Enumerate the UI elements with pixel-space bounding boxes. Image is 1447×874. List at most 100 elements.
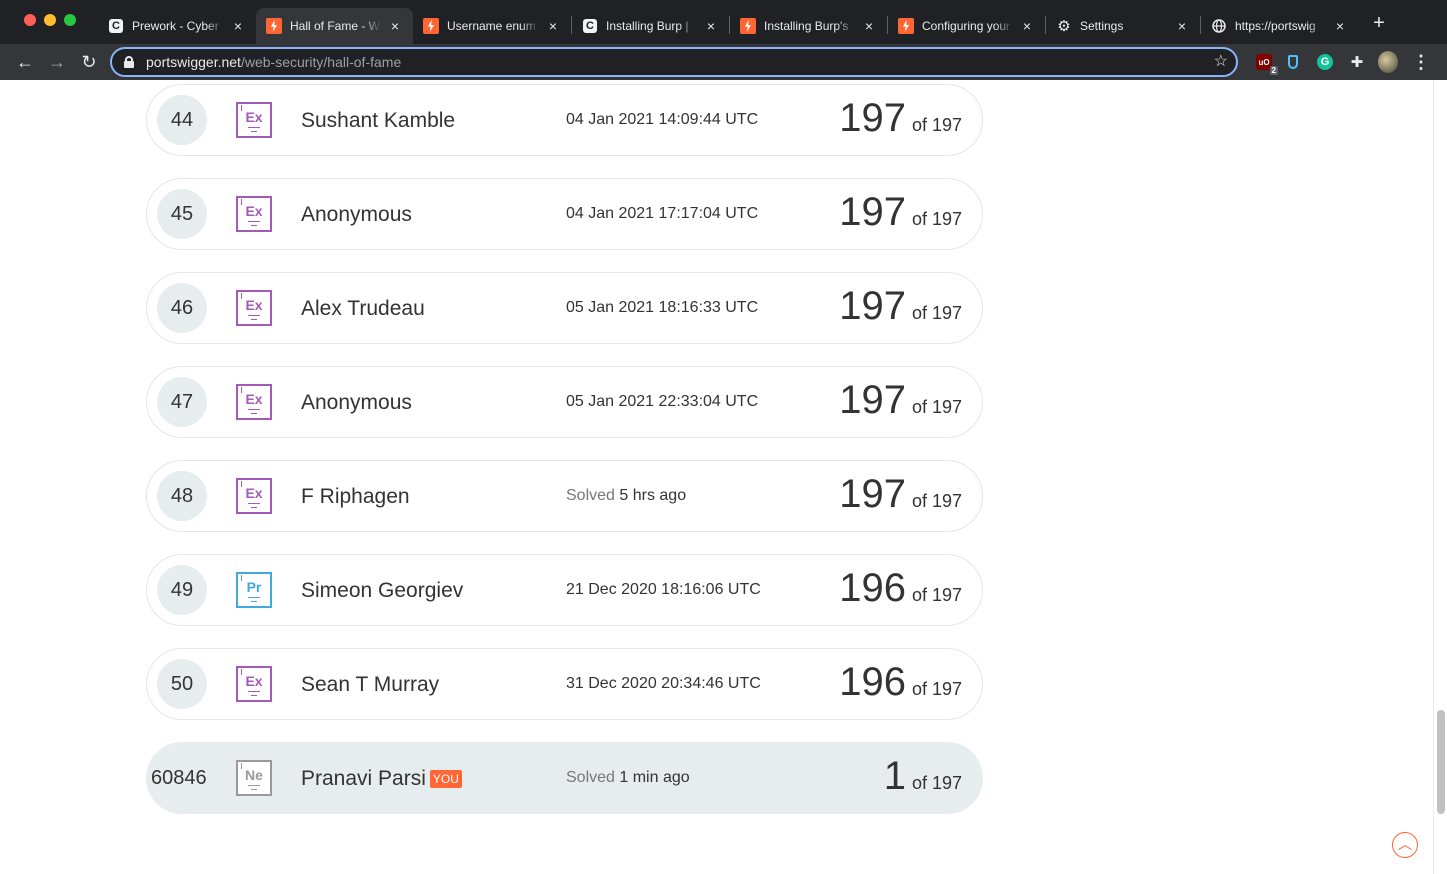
rank-number: 45: [157, 189, 207, 239]
ublock-badge: 2: [1269, 66, 1278, 75]
expert-level-icon: Ex: [236, 666, 272, 702]
expert-level-icon: Ex: [236, 478, 272, 514]
tab-title: Prework - Cyber: [132, 19, 219, 33]
rank-number: 44: [157, 95, 207, 145]
tab-portswigger-url[interactable]: https://portswig ×: [1201, 8, 1358, 44]
reload-icon[interactable]: ↻: [77, 50, 101, 74]
score: 197 of 197: [839, 378, 962, 422]
leaderboard-row: 50 Ex Sean T Murray 31 Dec 2020 20:34:46…: [146, 648, 983, 720]
grammarly-extension-icon[interactable]: G: [1315, 52, 1335, 72]
browser-menu-icon[interactable]: ⋮: [1411, 52, 1431, 72]
extensions-puzzle-icon[interactable]: ✚: [1347, 52, 1367, 72]
close-tab-icon[interactable]: ×: [703, 18, 719, 34]
rank-number: 47: [157, 377, 207, 427]
close-tab-icon[interactable]: ×: [387, 18, 403, 34]
tab-installing-burps[interactable]: Installing Burp's ×: [730, 8, 887, 44]
leaderboard-row: 49 Pr Simeon Georgiev 21 Dec 2020 18:16:…: [146, 554, 983, 626]
score: 1 of 197: [883, 754, 962, 798]
gear-icon: ⚙: [1057, 18, 1071, 35]
user-name: Sean T Murray: [301, 673, 440, 696]
forward-arrow-icon[interactable]: →: [45, 50, 69, 74]
tab-title: Hall of Fame - W: [290, 19, 381, 33]
score: 197 of 197: [839, 96, 962, 140]
browser-toolbar: ← → ↻ portswigger.net/web-security/hall-…: [0, 44, 1447, 80]
back-arrow-icon[interactable]: ←: [13, 50, 37, 74]
page-viewport: 44 Ex Sushant Kamble 04 Jan 2021 14:09:4…: [0, 80, 1447, 874]
you-badge: YOU: [429, 770, 462, 788]
portswigger-icon: [740, 18, 756, 34]
user-name: Pranavi Parsi YOU: [301, 767, 462, 791]
blue-extension-icon[interactable]: [1283, 52, 1303, 72]
score: 196 of 197: [839, 566, 962, 610]
back-to-top-icon[interactable]: ︿: [1392, 832, 1418, 858]
codepath-icon: C: [582, 18, 598, 34]
page-scrollbar[interactable]: [1433, 80, 1447, 874]
close-tab-icon[interactable]: ×: [230, 18, 246, 34]
completion-date: Solved 5 hrs ago: [566, 487, 687, 504]
tab-settings[interactable]: ⚙ Settings ×: [1046, 8, 1200, 44]
tab-title: Username enum: [447, 19, 536, 33]
bookmark-star-icon[interactable]: ☆: [1214, 51, 1228, 71]
portswigger-icon: [266, 18, 282, 34]
completion-date: 31 Dec 2020 20:34:46 UTC: [566, 675, 761, 692]
tab-title: Settings: [1080, 19, 1124, 33]
profile-avatar[interactable]: [1378, 51, 1398, 73]
expert-level-icon: Ex: [236, 290, 272, 326]
close-tab-icon[interactable]: ×: [1332, 18, 1348, 34]
leaderboard-row: 48 Ex F Riphagen Solved 5 hrs ago 197 of …: [146, 460, 983, 532]
rank-number: 48: [157, 471, 207, 521]
completion-date: 04 Jan 2021 17:17:04 UTC: [566, 205, 759, 222]
maximize-window-button[interactable]: [64, 14, 76, 26]
tab-hall-of-fame[interactable]: Hall of Fame - W ×: [256, 8, 413, 44]
user-name: Sushant Kamble: [301, 109, 456, 132]
practitioner-level-icon: Pr: [236, 572, 272, 608]
expert-level-icon: Ex: [236, 384, 272, 420]
tab-username-enum[interactable]: Username enum ×: [413, 8, 571, 44]
score: 196 of 197: [839, 660, 962, 704]
minimize-window-button[interactable]: [44, 14, 56, 26]
completion-date: 04 Jan 2021 14:09:44 UTC: [566, 111, 759, 128]
user-name: Alex Trudeau: [301, 297, 425, 320]
tab-title: Configuring your: [922, 19, 1011, 33]
lock-icon: [124, 56, 134, 68]
score: 197 of 197: [839, 190, 962, 234]
close-window-button[interactable]: [24, 14, 36, 26]
tab-title: Installing Burp's: [764, 19, 849, 33]
completion-date: 05 Jan 2021 22:33:04 UTC: [566, 393, 759, 410]
user-name: Simeon Georgiev: [301, 579, 464, 602]
ublock-extension-icon[interactable]: uO 2: [1254, 52, 1278, 75]
expert-level-icon: Ex: [236, 196, 272, 232]
url-host: portswigger.net: [146, 54, 241, 70]
codepath-icon: C: [108, 18, 124, 34]
close-tab-icon[interactable]: ×: [1019, 18, 1035, 34]
completion-date: Solved 1 min ago: [566, 769, 690, 786]
tab-configuring[interactable]: Configuring your ×: [888, 8, 1045, 44]
user-name: Anonymous: [301, 203, 412, 226]
score: 197 of 197: [839, 472, 962, 516]
tab-installing-burp[interactable]: C Installing Burp | ×: [572, 8, 729, 44]
leaderboard-row: 44 Ex Sushant Kamble 04 Jan 2021 14:09:4…: [146, 84, 983, 156]
completion-date: 21 Dec 2020 18:16:06 UTC: [566, 581, 761, 598]
tab-title: https://portswig: [1235, 19, 1316, 33]
globe-icon: [1211, 18, 1227, 34]
new-tab-button[interactable]: +: [1368, 12, 1390, 34]
user-name: Anonymous: [301, 391, 412, 414]
portswigger-icon: [898, 18, 914, 34]
rank-number: 49: [157, 565, 207, 615]
close-tab-icon[interactable]: ×: [861, 18, 877, 34]
leaderboard-row: 47 Ex Anonymous 05 Jan 2021 22:33:04 UTC…: [146, 366, 983, 438]
rank-number: 50: [157, 659, 207, 709]
browser-tab-bar: C Prework - Cyber × Hall of Fame - W × U…: [0, 0, 1447, 44]
current-user-row: 60846 Ne Pranavi Parsi YOU Solved 1 min a…: [146, 742, 983, 814]
portswigger-icon: [423, 18, 439, 34]
user-name: F Riphagen: [301, 485, 410, 508]
tab-prework[interactable]: C Prework - Cyber ×: [98, 8, 256, 44]
address-bar[interactable]: portswigger.net/web-security/hall-of-fam…: [110, 47, 1238, 77]
close-tab-icon[interactable]: ×: [545, 18, 561, 34]
close-tab-icon[interactable]: ×: [1174, 18, 1190, 34]
leaderboard-row: 45 Ex Anonymous 04 Jan 2021 17:17:04 UTC…: [146, 178, 983, 250]
scrollbar-thumb[interactable]: [1437, 710, 1445, 814]
score: 197 of 197: [839, 284, 962, 328]
completion-date: 05 Jan 2021 18:16:33 UTC: [566, 299, 759, 316]
url-path: /web-security/hall-of-fame: [240, 54, 402, 70]
